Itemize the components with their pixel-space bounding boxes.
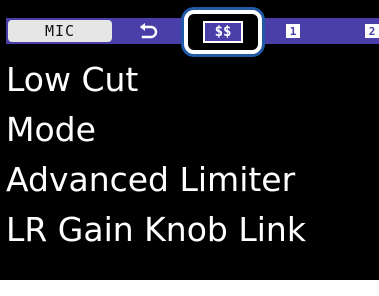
menu-item-low-cut[interactable]: Low Cut — [6, 60, 138, 100]
tab-track-2[interactable]: 2 — [365, 24, 379, 38]
tab-bar: MIC 1 2 $$ — [0, 0, 379, 54]
tab-mic[interactable]: MIC — [8, 20, 112, 42]
return-arrow-icon — [140, 23, 158, 39]
device-screen: MIC 1 2 $$ Low Cut Mode Advanced Limiter… — [0, 0, 379, 296]
back-button[interactable] — [126, 18, 170, 44]
lcd-display: MIC 1 2 $$ Low Cut Mode Advanced Limiter… — [0, 0, 379, 280]
tab-track-1[interactable]: 1 — [286, 24, 300, 38]
menu-item-advanced-limiter[interactable]: Advanced Limiter — [6, 160, 295, 200]
menu-item-mode[interactable]: Mode — [6, 110, 96, 150]
tab-selected-ss[interactable]: $$ — [184, 10, 262, 54]
ss-tab-label: $$ — [203, 21, 243, 43]
menu-item-lr-gain-knob-link[interactable]: LR Gain Knob Link — [6, 210, 306, 250]
